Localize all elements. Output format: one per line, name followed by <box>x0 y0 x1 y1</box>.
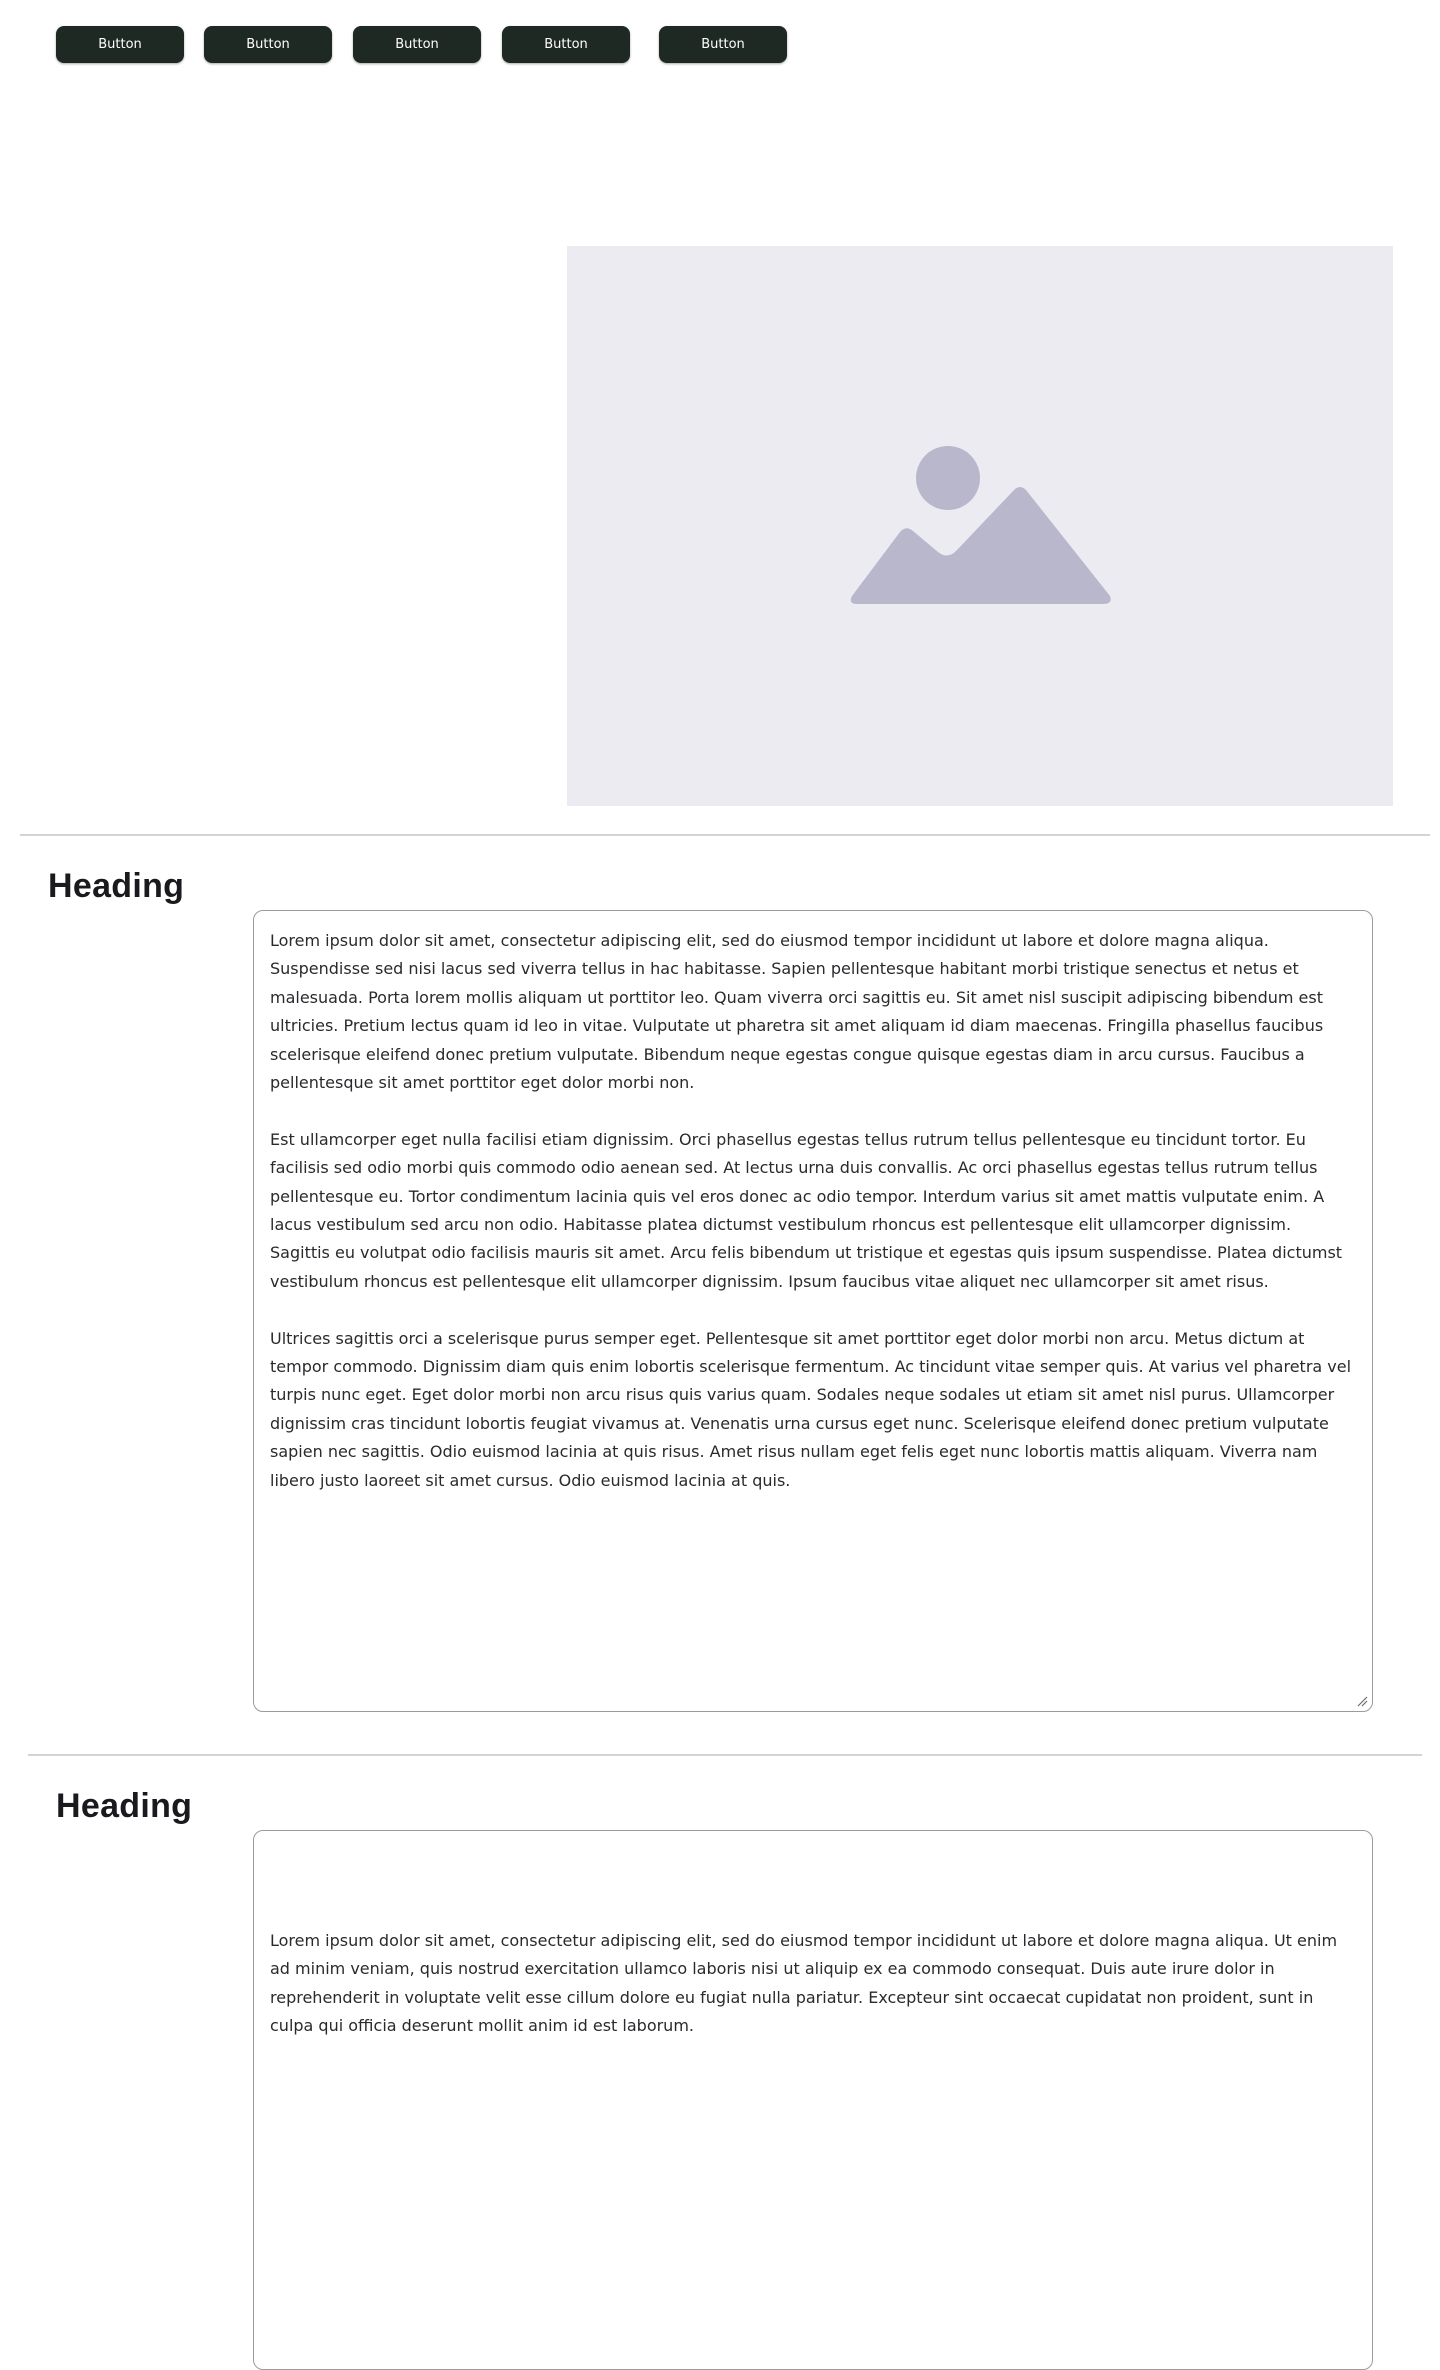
section-divider <box>20 834 1430 836</box>
image-placeholder-icon <box>850 446 1111 604</box>
paragraph: Ultrices sagittis orci a scelerisque pur… <box>270 1328 1352 1490</box>
button-1[interactable]: Button <box>56 26 184 63</box>
button-3[interactable]: Button <box>353 26 481 63</box>
paragraph: Lorem ipsum dolor sit amet, consectetur … <box>270 931 1324 1093</box>
button-row: Button Button Button Button Button <box>56 26 796 63</box>
button-5[interactable]: Button <box>659 26 787 63</box>
image-placeholder <box>567 246 1393 806</box>
section-divider <box>28 1754 1422 1756</box>
section-heading: Heading <box>56 1787 193 1825</box>
text-area[interactable]: Lorem ipsum dolor sit amet, consectetur … <box>253 910 1373 1712</box>
section-heading: Heading <box>48 867 185 905</box>
resize-handle-icon[interactable] <box>1356 1695 1368 1707</box>
text-area[interactable]: Lorem ipsum dolor sit amet, consectetur … <box>253 1830 1373 2370</box>
button-4[interactable]: Button <box>502 26 630 63</box>
paragraph: Est ullamcorper eget nulla facilisi etia… <box>270 1129 1343 1291</box>
paragraph: Lorem ipsum dolor sit amet, consectetur … <box>270 1931 1338 2036</box>
button-2[interactable]: Button <box>204 26 332 63</box>
